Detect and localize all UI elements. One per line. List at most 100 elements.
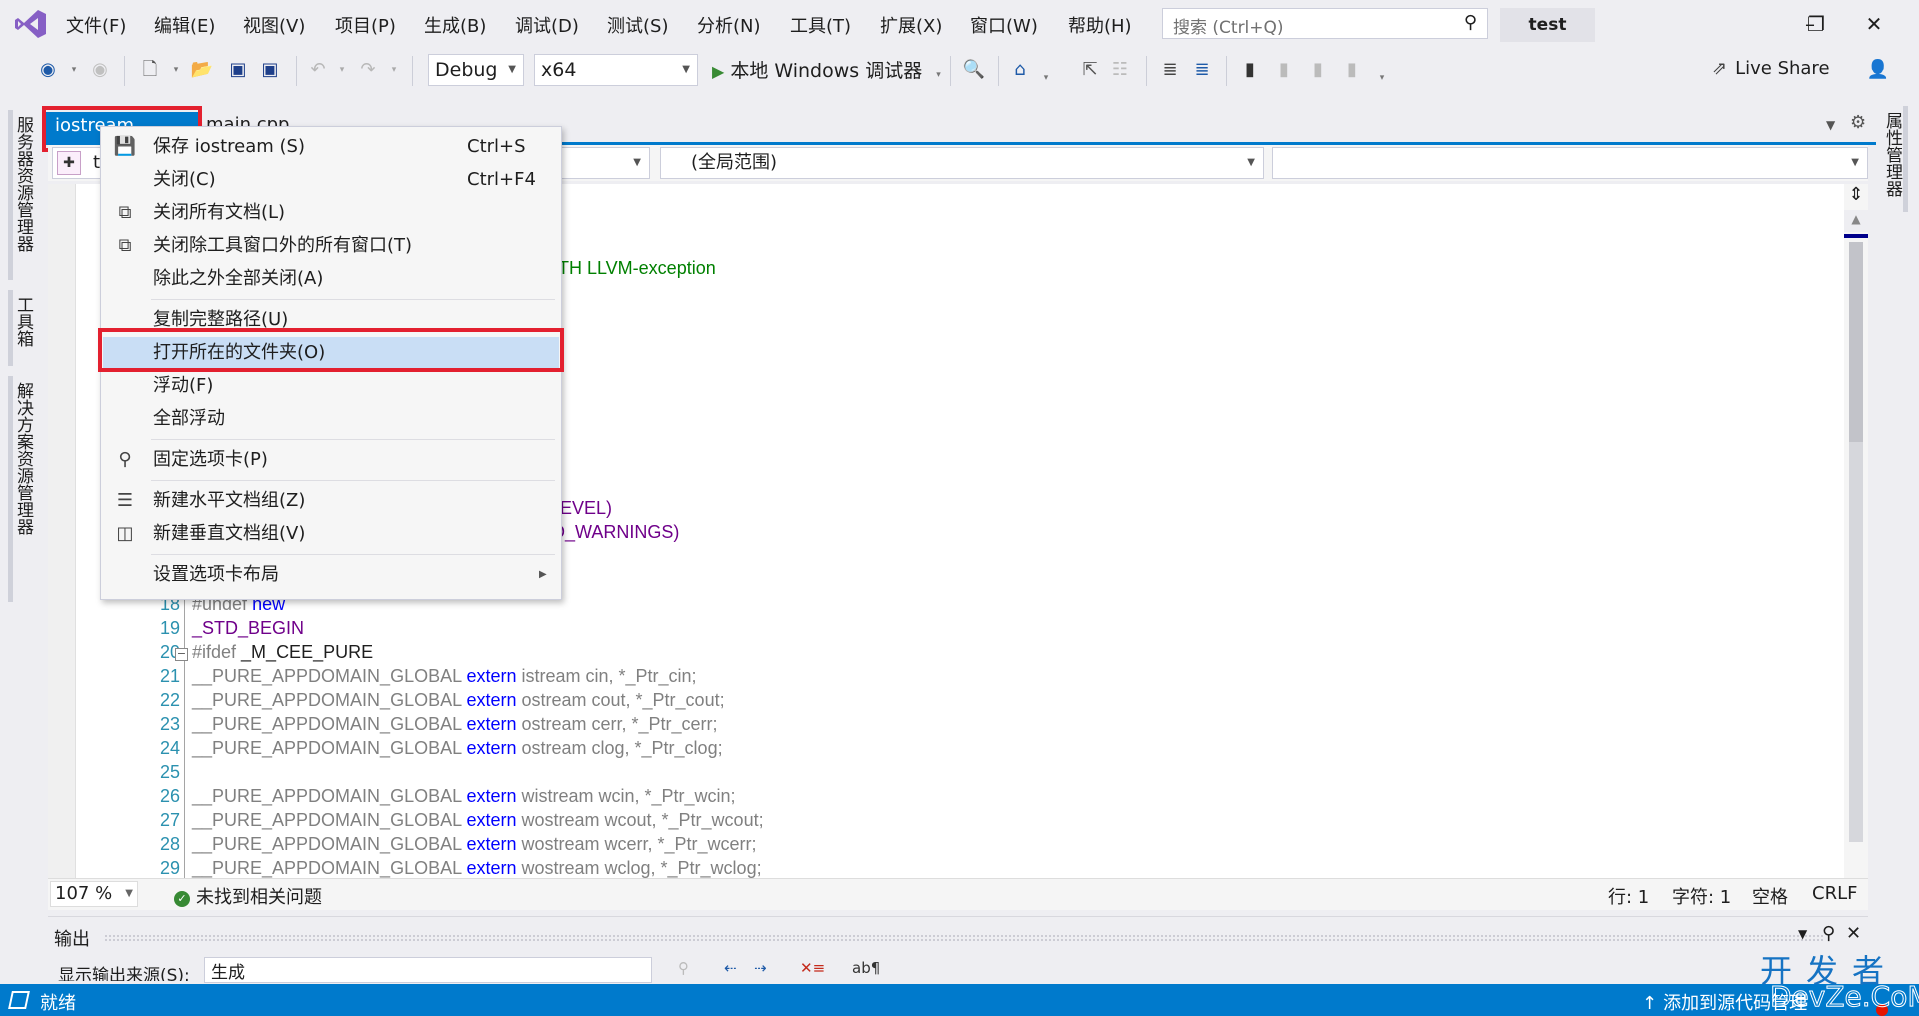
menu-extensions[interactable]: 扩展(X) bbox=[880, 12, 942, 38]
chevron-down-icon: ▼ bbox=[1247, 157, 1255, 168]
whitespace-indicator[interactable]: 空格 bbox=[1752, 883, 1788, 909]
context-menu-item[interactable]: ⧉ 关闭所有文档(L) bbox=[103, 197, 559, 229]
step-over-icon[interactable]: ☷ bbox=[1108, 58, 1132, 82]
menu-help[interactable]: 帮助(H) bbox=[1068, 12, 1132, 38]
menu-window[interactable]: 窗口(W) bbox=[970, 12, 1038, 38]
zoom-level-select[interactable]: 107 % ▼ bbox=[50, 881, 138, 907]
split-editor-button[interactable]: ⇕ bbox=[1844, 184, 1868, 210]
panel-options-dropdown-icon[interactable]: ▼ bbox=[1798, 927, 1807, 941]
next-message-icon[interactable]: ⇢ bbox=[754, 959, 767, 981]
code-token: wistream wcin, *_Ptr_wcin; bbox=[521, 786, 736, 806]
context-menu-item[interactable]: 除此之外全部关闭(A) bbox=[103, 263, 559, 295]
menu-edit[interactable]: 编辑(E) bbox=[154, 12, 215, 38]
server-explorer-tab[interactable]: 服务器资源管理器 bbox=[8, 110, 34, 280]
open-file-icon[interactable]: 📂 bbox=[190, 58, 214, 82]
find-message-icon[interactable]: ⚲ bbox=[678, 959, 689, 981]
gear-icon[interactable]: ⚙ bbox=[1850, 112, 1866, 133]
code-line: 21 __PURE_APPDOMAIN_GLOBAL extern istream… bbox=[48, 664, 1838, 688]
live-share-icon: ⇗ bbox=[1712, 58, 1728, 79]
run-dropdown-icon[interactable]: ▾ bbox=[936, 70, 941, 80]
find-in-files-icon[interactable]: 🔍 bbox=[962, 58, 986, 82]
navigate-back-icon[interactable]: ◉ bbox=[36, 58, 60, 82]
context-menu-item[interactable]: 关闭(C) Ctrl+F4 bbox=[103, 164, 559, 196]
previous-message-icon[interactable]: ⇠ bbox=[724, 959, 737, 981]
panel-drag-grip[interactable] bbox=[104, 934, 1824, 941]
context-menu-item[interactable]: ◫ 新建垂直文档组(V) bbox=[103, 518, 559, 550]
scroll-up-arrow[interactable]: ▲ bbox=[1844, 212, 1868, 232]
solution-name-badge[interactable]: test bbox=[1500, 8, 1595, 42]
menu-tools[interactable]: 工具(T) bbox=[790, 12, 851, 38]
context-menu-item[interactable]: 💾 保存 iostream (S) Ctrl+S bbox=[103, 131, 559, 163]
solution-explorer-tab[interactable]: 解决方案资源管理器 bbox=[8, 376, 34, 602]
bookmark-icon[interactable]: ▮ bbox=[1238, 58, 1262, 82]
toolbar-overflow-icon[interactable]: ▾ bbox=[1370, 66, 1394, 90]
clear-all-icon[interactable]: ✕≡ bbox=[800, 959, 825, 981]
context-menu-item[interactable]: 浮动(F) bbox=[103, 370, 559, 402]
menu-test[interactable]: 测试(S) bbox=[607, 12, 668, 38]
indent-guide bbox=[184, 584, 185, 878]
vertical-scrollbar[interactable] bbox=[1844, 232, 1868, 878]
redo-dropdown-icon[interactable]: ▾ bbox=[382, 58, 406, 82]
save-all-icon[interactable]: ▣ bbox=[258, 58, 282, 82]
char-indicator[interactable]: 字符: 1 bbox=[1672, 883, 1731, 909]
undo-dropdown-icon[interactable]: ▾ bbox=[330, 58, 354, 82]
context-menu-item[interactable]: ⧉ 关闭除工具窗口外的所有窗口(T) bbox=[103, 230, 559, 262]
start-debugging-button[interactable]: ▶ 本地 Windows 调试器 ▾ bbox=[712, 56, 941, 86]
search-input[interactable]: 搜索 (Ctrl+Q) ⚲ bbox=[1162, 8, 1488, 39]
collapse-region-toggle[interactable]: − bbox=[175, 648, 188, 661]
global-scope-select[interactable]: (全局范围) ▼ bbox=[660, 147, 1264, 179]
home-icon[interactable]: ⌂ bbox=[1008, 58, 1032, 82]
save-icon[interactable]: ▣ bbox=[226, 58, 250, 82]
restore-button[interactable]: ❐ bbox=[1794, 8, 1838, 40]
member-select[interactable]: ▼ bbox=[1272, 147, 1868, 179]
menu-analyze[interactable]: 分析(N) bbox=[697, 12, 761, 38]
scrollbar-track[interactable] bbox=[1849, 442, 1863, 842]
tab-list-dropdown-icon[interactable]: ▼ bbox=[1826, 118, 1835, 132]
back-dropdown-icon[interactable]: ▾ bbox=[62, 58, 86, 82]
menu-debug[interactable]: 调试(D) bbox=[515, 12, 579, 38]
close-panel-icon[interactable]: ✕ bbox=[1846, 923, 1861, 944]
next-bookmark-icon[interactable]: ▮ bbox=[1306, 58, 1330, 82]
context-menu-item[interactable]: 设置选项卡布局 ▶ bbox=[103, 559, 559, 591]
configuration-select[interactable]: Debug ▼ bbox=[428, 54, 524, 86]
navigate-forward-icon[interactable]: ◉ bbox=[88, 58, 112, 82]
property-manager-tab[interactable]: 属性管理器 bbox=[1882, 106, 1908, 212]
line-ending-indicator[interactable]: CRLF bbox=[1812, 883, 1857, 904]
context-menu-item[interactable]: 复制完整路径(U) bbox=[103, 304, 559, 336]
undo-icon[interactable]: ↶ bbox=[306, 58, 330, 82]
word-wrap-icon[interactable]: ab¶ bbox=[852, 959, 880, 981]
menu-item-shortcut: Ctrl+S bbox=[467, 136, 526, 157]
code-token: ostream clog, *_Ptr_clog; bbox=[521, 738, 723, 758]
pin-icon[interactable]: ⚲ bbox=[1822, 923, 1835, 944]
zoom-level-value: 107 % bbox=[55, 883, 113, 904]
live-share-button[interactable]: ⇗ Live Share bbox=[1712, 58, 1830, 79]
uncomment-lines-icon[interactable]: ≣ bbox=[1190, 58, 1214, 82]
context-menu-item[interactable]: 打开所在的文件夹(O) bbox=[103, 337, 559, 369]
redo-icon[interactable]: ↷ bbox=[356, 58, 380, 82]
toolbar-overflow-icon[interactable]: ▾ bbox=[1034, 66, 1058, 90]
new-project-icon[interactable]: 🗋 bbox=[138, 58, 162, 82]
context-menu-item[interactable]: ⚲ 固定选项卡(P) bbox=[103, 444, 559, 476]
issues-indicator[interactable]: ✓ 未找到相关问题 bbox=[174, 883, 322, 909]
close-window-button[interactable]: ✕ bbox=[1852, 8, 1896, 40]
platform-select[interactable]: x64 ▼ bbox=[534, 54, 698, 86]
comment-lines-icon[interactable]: ≣ bbox=[1158, 58, 1182, 82]
menu-project[interactable]: 项目(P) bbox=[335, 12, 396, 38]
line-source: __PURE_APPDOMAIN_GLOBAL extern wostream … bbox=[192, 808, 764, 832]
line-number: 22 bbox=[159, 690, 180, 710]
scrollbar-thumb[interactable] bbox=[1849, 242, 1863, 442]
clear-bookmarks-icon[interactable]: ▮ bbox=[1340, 58, 1364, 82]
feedback-icon[interactable]: 👤 bbox=[1866, 58, 1890, 82]
menu-build[interactable]: 生成(B) bbox=[424, 12, 486, 38]
previous-bookmark-icon[interactable]: ▮ bbox=[1272, 58, 1296, 82]
context-menu-item[interactable]: 全部浮动 bbox=[103, 403, 559, 435]
menu-file[interactable]: 文件(F) bbox=[66, 12, 126, 38]
new-dropdown-icon[interactable]: ▾ bbox=[164, 58, 188, 82]
context-menu-item[interactable]: ☰ 新建水平文档组(Z) bbox=[103, 485, 559, 517]
output-source-select[interactable]: 生成 bbox=[204, 957, 652, 983]
menu-view[interactable]: 视图(V) bbox=[243, 12, 305, 38]
code-token: extern bbox=[466, 738, 522, 758]
line-indicator[interactable]: 行: 1 bbox=[1608, 883, 1649, 909]
step-into-icon[interactable]: ⇱ bbox=[1078, 58, 1102, 82]
toolbox-tab[interactable]: 工具箱 bbox=[8, 290, 34, 366]
